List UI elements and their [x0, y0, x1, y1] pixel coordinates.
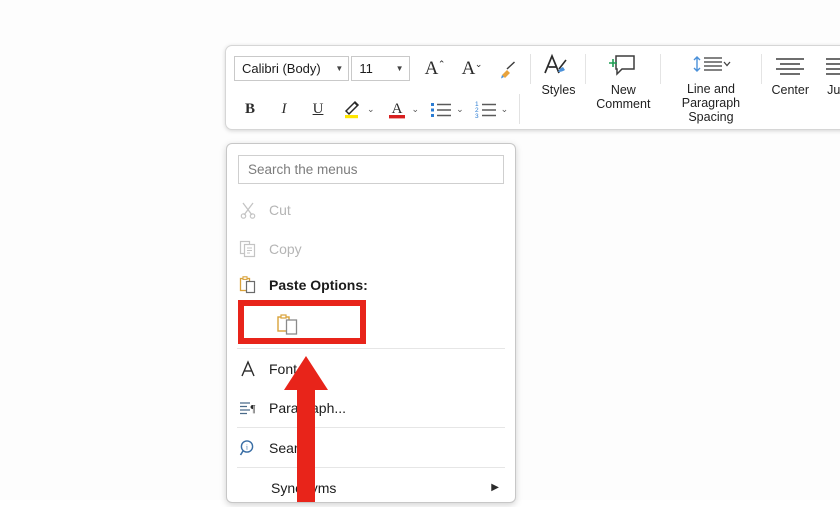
clipboard-icon [239, 276, 269, 294]
text-highlight-button[interactable] [339, 95, 365, 123]
copy-icon [239, 240, 269, 258]
menu-item-label: Font... [269, 360, 309, 377]
italic-button[interactable]: I [271, 95, 297, 123]
line-spacing-icon [690, 50, 732, 79]
decrease-font-size-button[interactable]: A ⌄ [454, 55, 484, 83]
menu-item-paste-options: Paste Options: [227, 268, 515, 302]
svg-text:3: 3 [475, 113, 479, 120]
decrease-font-size-icon: A ⌄ [461, 57, 483, 79]
align-justify-icon [823, 50, 840, 80]
chevron-down-icon[interactable]: ⌄ [367, 104, 375, 115]
paste-options-row [227, 302, 515, 348]
toolbar-divider [585, 54, 587, 84]
font-size-combobox[interactable]: 11 ▼ [351, 56, 410, 82]
submenu-arrow-icon: ▶ [491, 482, 499, 493]
numbering-button[interactable]: 1 2 3 [473, 95, 499, 123]
search-menus-placeholder: Search the menus [248, 162, 358, 177]
font-name-combobox[interactable]: Calibri (Body) ▼ [234, 56, 350, 82]
mini-toolbar-row-1: Calibri (Body) ▼ 11 ▼ A ⌃ A ⌄ Styles New… [226, 46, 840, 124]
underline-button[interactable]: U [305, 95, 331, 123]
paragraph-icon: ¶ [239, 399, 269, 417]
paste-options-label: Paste Options: [269, 277, 368, 293]
menu-item-label: Cut [269, 201, 291, 218]
font-size-value: 11 [359, 61, 373, 77]
menu-item-paragraph[interactable]: ¶ Paragraph... [227, 388, 515, 427]
format-painter-button[interactable] [493, 55, 523, 83]
font-name-value: Calibri (Body) [242, 61, 321, 77]
italic-icon: I [281, 100, 287, 117]
font-color-icon: A [388, 101, 405, 119]
menu-item-label: Paragraph... [269, 399, 347, 416]
chevron-down-icon[interactable]: ⌄ [456, 104, 464, 115]
format-painter-icon [500, 61, 515, 79]
menu-item-search[interactable]: i Search [227, 428, 515, 467]
menu-item-copy[interactable]: Copy [227, 229, 515, 268]
font-color-button[interactable]: A [384, 95, 410, 123]
bullets-button[interactable] [428, 95, 454, 123]
scissors-icon [239, 201, 269, 219]
new-comment-icon [608, 50, 638, 80]
menu-item-label: Copy [269, 240, 302, 257]
bold-icon: B [244, 100, 255, 117]
menu-item-synonyms[interactable]: Synonyms ▶ [227, 468, 515, 502]
toolbar-divider [760, 54, 762, 84]
mini-toolbar-row-2: B I U ⌄ A ⌄ ⌄ 1 2 3 ⌄ [226, 90, 840, 130]
numbered-list-icon: 1 2 3 [475, 101, 496, 120]
screenshot-canvas: Calibri (Body) ▼ 11 ▼ A ⌃ A ⌄ Styles New… [0, 0, 840, 503]
increase-font-size-button[interactable]: A ⌃ [417, 55, 447, 83]
paste-options-button[interactable] [271, 310, 305, 340]
paste-keep-source-formatting-icon [277, 314, 298, 335]
smart-lookup-icon: i [239, 439, 269, 457]
menu-item-label: Synonyms [271, 479, 337, 496]
increase-font-size-icon: A ⌃ [424, 57, 446, 79]
align-center-icon [773, 50, 807, 80]
menu-item-cut[interactable]: Cut [227, 190, 515, 229]
chevron-down-icon[interactable]: ⌄ [412, 104, 420, 115]
menu-item-font[interactable]: Font... [227, 349, 515, 388]
font-a-icon [239, 359, 269, 378]
toolbar-divider [519, 94, 521, 125]
chevron-down-icon: ▼ [395, 63, 404, 73]
bold-button[interactable]: B [237, 95, 263, 123]
toolbar-right-cluster: Styles New Comment Line and Paragraph Sp… [534, 48, 840, 124]
toolbar-divider [660, 54, 662, 84]
context-menu: Search the menus Cut Copy Paste Options:… [226, 143, 516, 503]
svg-text:A: A [391, 101, 402, 117]
styles-icon [541, 50, 575, 80]
svg-text:i: i [246, 443, 248, 451]
chevron-down-icon: ▼ [335, 63, 344, 73]
mini-toolbar: Calibri (Body) ▼ 11 ▼ A ⌃ A ⌄ Styles New… [225, 45, 840, 130]
bullet-list-icon [431, 103, 452, 118]
search-menus-input[interactable]: Search the menus [238, 155, 504, 184]
underline-icon: U [312, 100, 324, 117]
svg-text:¶: ¶ [251, 403, 256, 415]
menu-item-label: Search [269, 439, 314, 456]
toolbar-divider [529, 53, 531, 84]
text-highlight-icon [344, 101, 360, 119]
chevron-down-icon[interactable]: ⌄ [501, 104, 509, 115]
